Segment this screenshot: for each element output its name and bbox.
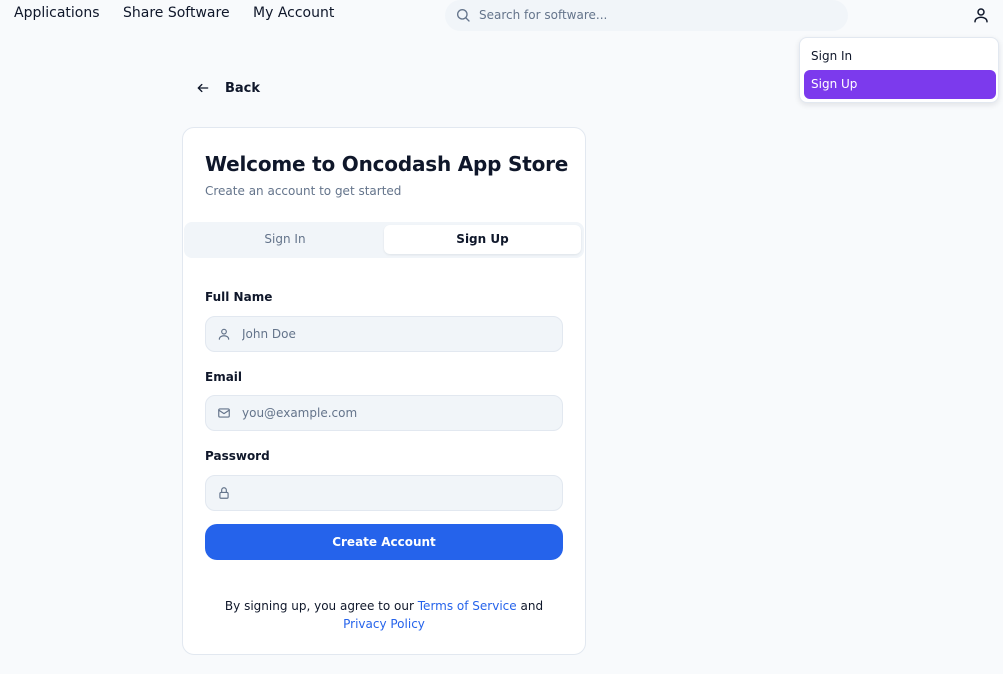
arrow-left-icon	[197, 83, 209, 93]
search-icon	[457, 9, 470, 22]
tab-sign-in[interactable]: Sign In	[187, 225, 383, 254]
nav-link-share-software[interactable]: Share Software	[123, 5, 230, 21]
terms-and: and	[520, 599, 544, 613]
password-label: Password	[205, 449, 270, 463]
terms-text: By signing up, you agree to our Terms of…	[205, 597, 563, 633]
terms-prefix: By signing up, you agree to our	[224, 599, 414, 613]
full-name-input[interactable]	[242, 323, 552, 345]
search-input[interactable]	[479, 4, 839, 26]
full-name-field-wrapper	[205, 316, 563, 352]
terms-of-service-link[interactable]: Terms of Service	[418, 599, 517, 613]
email-input[interactable]	[242, 402, 552, 424]
nav-link-my-account[interactable]: My Account	[253, 5, 334, 21]
password-field-wrapper	[205, 475, 563, 511]
tab-sign-up[interactable]: Sign Up	[384, 225, 581, 254]
auth-tabs: Sign In Sign Up	[184, 222, 584, 258]
email-field-wrapper	[205, 395, 563, 431]
create-account-button[interactable]: Create Account	[205, 524, 563, 560]
menu-item-sign-up[interactable]: Sign Up	[804, 70, 996, 99]
menu-item-sign-in[interactable]: Sign In	[804, 42, 996, 71]
lock-icon	[219, 487, 229, 499]
user-icon	[218, 328, 230, 340]
card-title: Welcome to Oncodash App Store	[205, 152, 569, 176]
search-bar	[445, 0, 848, 31]
email-label: Email	[205, 370, 243, 384]
top-navigation: Applications Share Software My Account	[0, 0, 1003, 31]
back-label: Back	[225, 80, 261, 96]
user-dropdown-menu: Sign In Sign Up	[799, 37, 999, 103]
card-subtitle: Create an account to get started	[205, 184, 402, 198]
mail-icon	[218, 408, 230, 418]
signup-card: Welcome to Oncodash App Store Create an …	[182, 127, 586, 655]
user-icon[interactable]	[972, 6, 990, 24]
nav-link-applications[interactable]: Applications	[14, 5, 100, 21]
full-name-label: Full Name	[205, 290, 273, 304]
back-button[interactable]: Back	[196, 79, 260, 97]
privacy-policy-link[interactable]: Privacy Policy	[343, 617, 425, 631]
password-input[interactable]	[242, 482, 552, 504]
